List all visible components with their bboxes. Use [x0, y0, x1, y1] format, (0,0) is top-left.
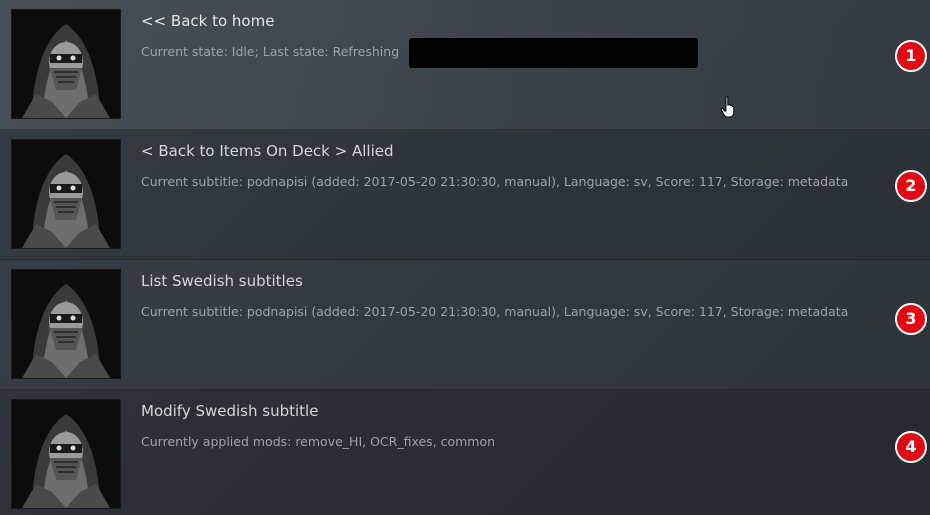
item-subtitle: Current state: Idle; Last state: Refresh… [141, 44, 400, 59]
item-subtitle: Current subtitle: podnapisi (added: 2017… [141, 174, 849, 189]
item-subtitle: Current subtitle: podnapisi (added: 2017… [141, 304, 849, 319]
number-badge: 3 [895, 303, 927, 335]
item-title: << Back to home [141, 12, 275, 30]
number-badge: 1 [895, 40, 927, 72]
item-title: < Back to Items On Deck > Allied [141, 142, 394, 160]
thumbnail-image [11, 269, 121, 379]
number-badge: 2 [895, 170, 927, 202]
list-item-back-to-items-on-deck[interactable]: < Back to Items On Deck > Allied Current… [0, 130, 930, 260]
list-item-back-to-home[interactable]: << Back to home Current state: Idle; Las… [0, 0, 930, 130]
item-title: List Swedish subtitles [141, 272, 303, 290]
thumbnail-image [11, 139, 121, 249]
list-item-modify-swedish-subtitle[interactable]: Modify Swedish subtitle Currently applie… [0, 390, 930, 515]
thumbnail-image [11, 399, 121, 509]
item-subtitle: Currently applied mods: remove_HI, OCR_f… [141, 434, 496, 449]
menu-list: << Back to home Current state: Idle; Las… [0, 0, 930, 515]
redaction-box [409, 38, 698, 68]
thumbnail-image [11, 9, 121, 119]
number-badge: 4 [895, 431, 927, 463]
hand-pointer-cursor-icon [720, 96, 735, 118]
list-item-list-swedish-subtitles[interactable]: List Swedish subtitles Current subtitle:… [0, 260, 930, 390]
item-title: Modify Swedish subtitle [141, 402, 319, 420]
